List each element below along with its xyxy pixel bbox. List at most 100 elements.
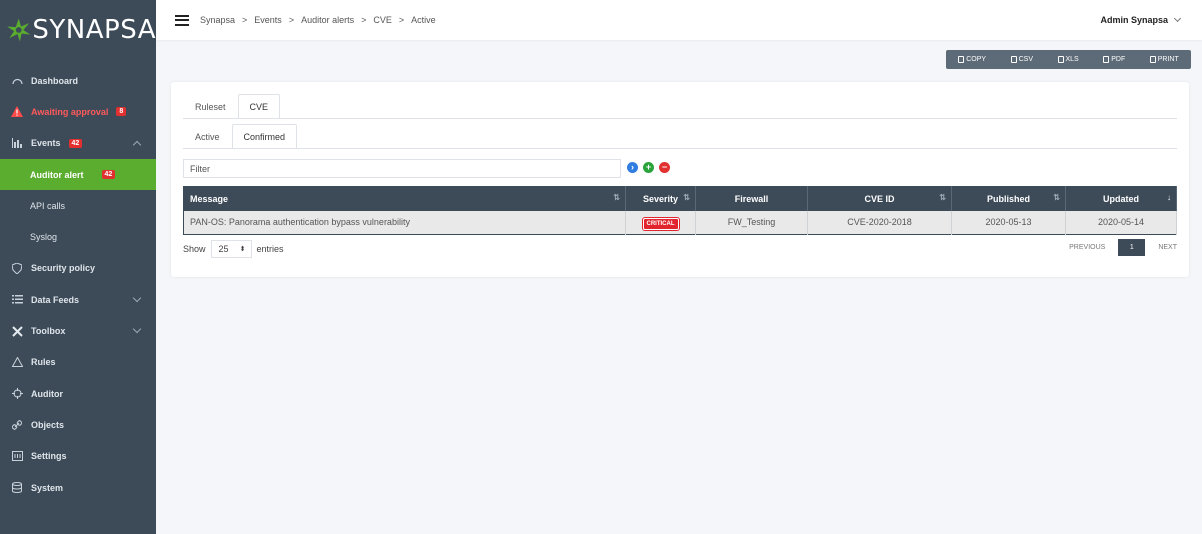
link-icon bbox=[11, 419, 23, 431]
sidebar-item-label: Auditor bbox=[31, 388, 63, 399]
breadcrumb-item-cve[interactable]: CVE bbox=[373, 15, 392, 25]
chevron-down-icon bbox=[1173, 14, 1182, 23]
sidebar-item-label: Security policy bbox=[31, 263, 96, 274]
print-button[interactable]: PRINT bbox=[1149, 56, 1179, 63]
sidebar-item-auditor[interactable]: Auditor bbox=[0, 378, 156, 409]
sidebar-item-api-calls[interactable]: API calls bbox=[0, 190, 156, 221]
severity-badge: CRITICAL bbox=[642, 218, 679, 231]
column-header-published[interactable]: Published ⇅ bbox=[951, 186, 1066, 211]
sidebar-item-security-policy[interactable]: Security policy bbox=[0, 253, 156, 284]
dashboard-icon bbox=[11, 75, 23, 87]
xls-label: XLS bbox=[1065, 56, 1079, 63]
column-label: Severity bbox=[642, 193, 679, 204]
triangle-icon bbox=[11, 356, 23, 368]
top-tabs: Ruleset CVE bbox=[183, 94, 1177, 119]
copy-button[interactable]: COPY bbox=[958, 56, 986, 63]
count-badge: 42 bbox=[101, 170, 116, 180]
column-label: Message bbox=[190, 193, 229, 204]
cell-message: PAN-OS: Panorama authentication bypass v… bbox=[183, 210, 626, 235]
xls-button[interactable]: XLS bbox=[1057, 56, 1079, 63]
apply-filter-icon[interactable]: › bbox=[627, 162, 638, 173]
sidebar-item-settings[interactable]: Settings bbox=[0, 441, 156, 472]
entries-label: entries bbox=[256, 244, 284, 254]
sidebar-item-awaiting-approval[interactable]: Awaiting approval 8 bbox=[0, 96, 156, 127]
user-name: Admin Synapsa bbox=[1100, 15, 1168, 25]
sub-tabs: Active Confirmed bbox=[183, 124, 1177, 149]
breadcrumb: Synapsa > Events > Auditor alerts > CVE … bbox=[200, 15, 436, 25]
tab-confirmed[interactable]: Confirmed bbox=[231, 124, 298, 148]
breadcrumb-item-active: Active bbox=[411, 15, 436, 25]
column-header-firewall[interactable]: Firewall bbox=[695, 186, 808, 211]
sidebar-item-label: API calls bbox=[30, 200, 66, 211]
breadcrumb-item-auditor-alerts[interactable]: Auditor alerts bbox=[301, 15, 354, 25]
print-icon bbox=[1149, 56, 1156, 63]
breadcrumb-item-events[interactable]: Events bbox=[254, 15, 282, 25]
column-header-cve-id[interactable]: CVE ID ⇅ bbox=[807, 186, 952, 211]
sidebar-item-label: Syslog bbox=[30, 232, 58, 243]
cell-published: 2020-05-13 bbox=[951, 210, 1066, 235]
crosshair-icon bbox=[11, 388, 23, 400]
remove-filter-icon[interactable]: − bbox=[659, 162, 670, 173]
sidebar-item-objects[interactable]: Objects bbox=[0, 409, 156, 440]
pdf-button[interactable]: PDF bbox=[1103, 56, 1125, 63]
sort-icon: ⇅ bbox=[683, 193, 690, 202]
alerts-table: Message ⇅ Severity ⇅ Firewall CVE ID ⇅ Publ… bbox=[183, 186, 1177, 235]
tab-cve[interactable]: CVE bbox=[237, 94, 281, 118]
filter-input[interactable] bbox=[183, 159, 621, 178]
sort-desc-icon: ↓ bbox=[1167, 193, 1171, 202]
column-header-severity[interactable]: Severity ⇅ bbox=[625, 186, 696, 211]
show-label: Show bbox=[183, 244, 206, 254]
sidebar-item-label: Toolbox bbox=[31, 326, 66, 337]
sidebar-item-label: Dashboard bbox=[31, 75, 79, 86]
list-icon bbox=[11, 294, 23, 306]
column-header-updated[interactable]: Updated ↓ bbox=[1065, 186, 1177, 211]
tab-ruleset[interactable]: Ruleset bbox=[183, 94, 238, 118]
add-filter-icon[interactable]: + bbox=[643, 162, 654, 173]
cell-firewall: FW_Testing bbox=[695, 210, 808, 235]
tools-icon bbox=[11, 325, 23, 337]
count-badge: 8 bbox=[116, 107, 127, 117]
pagination: PREVIOUS 1 NEXT bbox=[1069, 239, 1177, 256]
user-menu[interactable]: Admin Synapsa bbox=[1100, 14, 1182, 25]
print-label: PRINT bbox=[1157, 56, 1179, 63]
export-toolbar: COPY CSV XLS PDF PRINT bbox=[946, 50, 1191, 69]
synapsa-logo-icon bbox=[7, 18, 31, 42]
main-card: Ruleset CVE Active Confirmed › + − Messa… bbox=[171, 82, 1189, 277]
csv-button[interactable]: CSV bbox=[1010, 56, 1033, 63]
page-size-select[interactable]: 25 ⬍ bbox=[210, 240, 252, 258]
next-button[interactable]: NEXT bbox=[1158, 244, 1177, 251]
sidebar: SYNAPSA Dashboard Awaiting approval 8 Ev… bbox=[0, 0, 156, 534]
page-button-1[interactable]: 1 bbox=[1118, 239, 1146, 256]
sidebar-item-data-feeds[interactable]: Data Feeds bbox=[0, 284, 156, 315]
settings-icon bbox=[11, 450, 23, 462]
logo[interactable]: SYNAPSA bbox=[0, 0, 156, 60]
sidebar-item-system[interactable]: System bbox=[0, 472, 156, 503]
column-label: CVE ID bbox=[864, 193, 895, 204]
breadcrumb-item-synapsa[interactable]: Synapsa bbox=[200, 15, 235, 25]
sidebar-item-syslog[interactable]: Syslog bbox=[0, 221, 156, 252]
sidebar-item-rules[interactable]: Rules bbox=[0, 347, 156, 378]
column-label: Published bbox=[986, 193, 1030, 204]
menu-toggle-icon[interactable] bbox=[175, 14, 189, 26]
warning-icon bbox=[11, 106, 23, 118]
sidebar-item-dashboard[interactable]: Dashboard bbox=[0, 65, 156, 96]
shield-icon bbox=[11, 262, 23, 274]
breadcrumb-separator: > bbox=[242, 15, 248, 25]
previous-button[interactable]: PREVIOUS bbox=[1069, 244, 1105, 251]
sidebar-item-events[interactable]: Events 42 bbox=[0, 128, 156, 159]
chart-icon bbox=[11, 137, 23, 149]
sort-icon: ⇅ bbox=[1053, 193, 1060, 202]
sidebar-item-label: Data Feeds bbox=[31, 294, 80, 305]
sidebar-item-label: Settings bbox=[31, 451, 67, 462]
column-header-message[interactable]: Message ⇅ bbox=[183, 186, 626, 211]
tab-active[interactable]: Active bbox=[183, 124, 232, 148]
column-label: Firewall bbox=[734, 193, 769, 204]
column-label: Updated bbox=[1103, 193, 1139, 204]
copy-icon bbox=[958, 56, 965, 63]
chevron-down-icon bbox=[132, 293, 142, 303]
brand-name: SYNAPSA bbox=[32, 15, 156, 45]
table-row[interactable]: PAN-OS: Panorama authentication bypass v… bbox=[183, 210, 1177, 235]
sidebar-item-toolbox[interactable]: Toolbox bbox=[0, 315, 156, 346]
sidebar-nav: Dashboard Awaiting approval 8 Events 42 … bbox=[0, 65, 156, 503]
sidebar-item-auditor-alert[interactable]: Auditor alert 42 bbox=[0, 158, 156, 191]
